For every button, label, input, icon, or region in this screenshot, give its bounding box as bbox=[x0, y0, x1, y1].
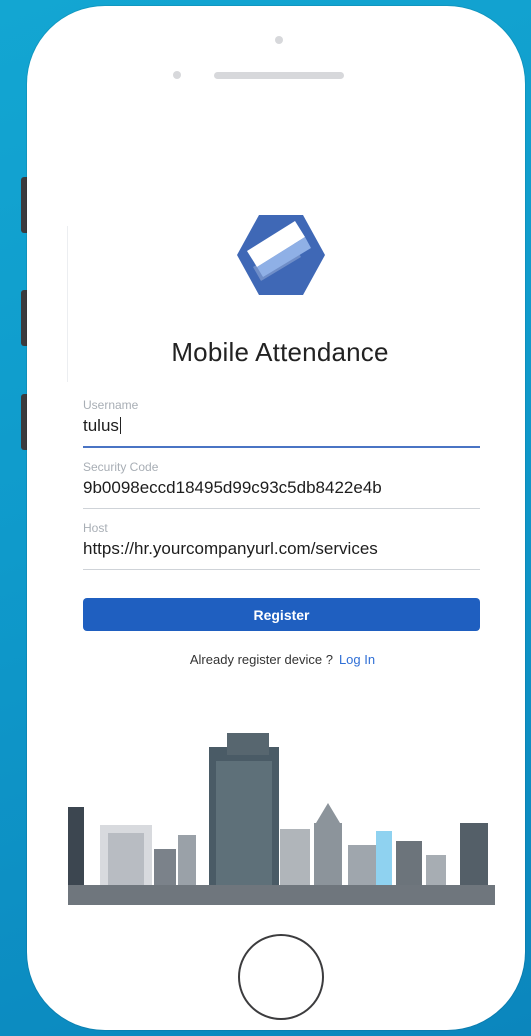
already-registered-text: Already register device ? bbox=[189, 652, 333, 667]
username-label: Username bbox=[83, 398, 139, 412]
username-field[interactable]: Username tulus bbox=[83, 398, 480, 448]
city-skyline-image bbox=[68, 733, 495, 905]
security-code-input[interactable]: 9b0098eccd18495d99c93c5db8422e4b bbox=[83, 478, 480, 500]
app-title: Mobile Attendance bbox=[171, 337, 389, 367]
earpiece-speaker bbox=[214, 72, 344, 79]
username-input[interactable]: tulus bbox=[83, 416, 480, 438]
app-logo-icon bbox=[237, 215, 325, 295]
username-value: tulus bbox=[83, 416, 119, 435]
host-underline bbox=[83, 569, 480, 570]
proximity-sensor-icon bbox=[173, 71, 181, 79]
security-code-label: Security Code bbox=[83, 460, 159, 474]
security-code-field[interactable]: Security Code 9b0098eccd18495d99c93c5db8… bbox=[83, 460, 480, 509]
home-button-icon[interactable] bbox=[238, 934, 324, 1020]
security-code-underline bbox=[83, 508, 480, 509]
front-camera-icon bbox=[275, 36, 283, 44]
username-underline bbox=[83, 446, 480, 448]
host-input[interactable]: https://hr.yourcompanyurl.com/services bbox=[83, 539, 480, 561]
login-link[interactable]: Log In bbox=[339, 652, 375, 667]
host-label: Host bbox=[83, 521, 108, 535]
login-prompt: Already register device ? Log In bbox=[0, 652, 531, 667]
host-field[interactable]: Host https://hr.yourcompanyurl.com/servi… bbox=[83, 521, 480, 570]
text-caret bbox=[119, 417, 121, 434]
register-button[interactable]: Register bbox=[83, 598, 480, 631]
